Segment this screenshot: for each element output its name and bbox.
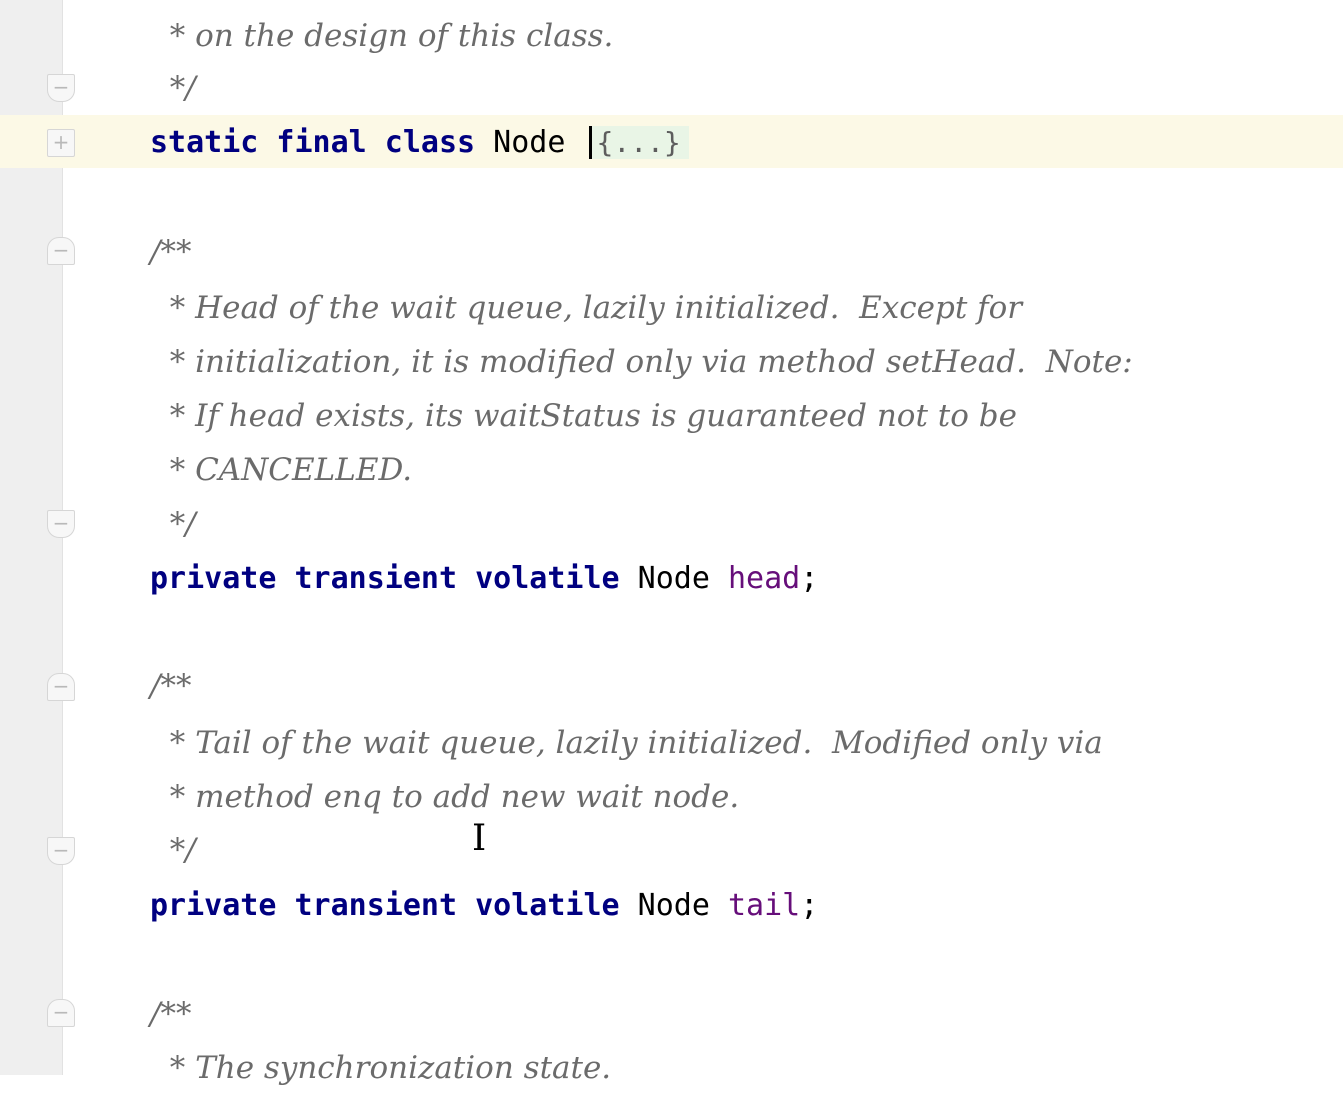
- fold-collapse-icon[interactable]: −: [47, 510, 75, 538]
- text-cursor-ibeam-icon: I: [472, 818, 487, 859]
- fold-collapse-icon[interactable]: −: [47, 237, 75, 265]
- code-line-field-head[interactable]: private transient volatile Node head;: [150, 555, 818, 603]
- code-line[interactable]: /**: [150, 990, 191, 1038]
- code-line[interactable]: * Tail of the wait queue, lazily initial…: [150, 719, 1103, 767]
- fold-collapse-icon[interactable]: −: [47, 74, 75, 102]
- code-line[interactable]: */: [150, 826, 196, 874]
- code-line[interactable]: /**: [150, 662, 191, 710]
- fold-collapse-icon[interactable]: −: [47, 999, 75, 1027]
- code-line-class-declaration[interactable]: static final class Node {...}: [150, 119, 689, 167]
- fold-collapse-icon[interactable]: −: [47, 837, 75, 865]
- folded-code-block[interactable]: {...}: [589, 126, 689, 159]
- code-line[interactable]: * method enq to add new wait node.: [150, 773, 740, 821]
- code-line[interactable]: * If head exists, its waitStatus is guar…: [150, 392, 1017, 440]
- code-line[interactable]: * The synchronization state.: [150, 1044, 611, 1092]
- code-line[interactable]: * initialization, it is modified only vi…: [150, 338, 1133, 386]
- fold-collapse-icon[interactable]: −: [47, 673, 75, 701]
- code-line-field-tail[interactable]: private transient volatile Node tail;: [150, 882, 818, 930]
- code-line[interactable]: /**: [150, 228, 191, 276]
- code-line[interactable]: */: [150, 64, 196, 112]
- code-line[interactable]: * CANCELLED.: [150, 446, 412, 494]
- code-line[interactable]: * Head of the wait queue, lazily initial…: [150, 284, 1022, 332]
- code-line[interactable]: * on the design of this class.: [150, 12, 614, 60]
- fold-expand-icon[interactable]: +: [47, 129, 75, 157]
- code-line[interactable]: */: [150, 500, 196, 548]
